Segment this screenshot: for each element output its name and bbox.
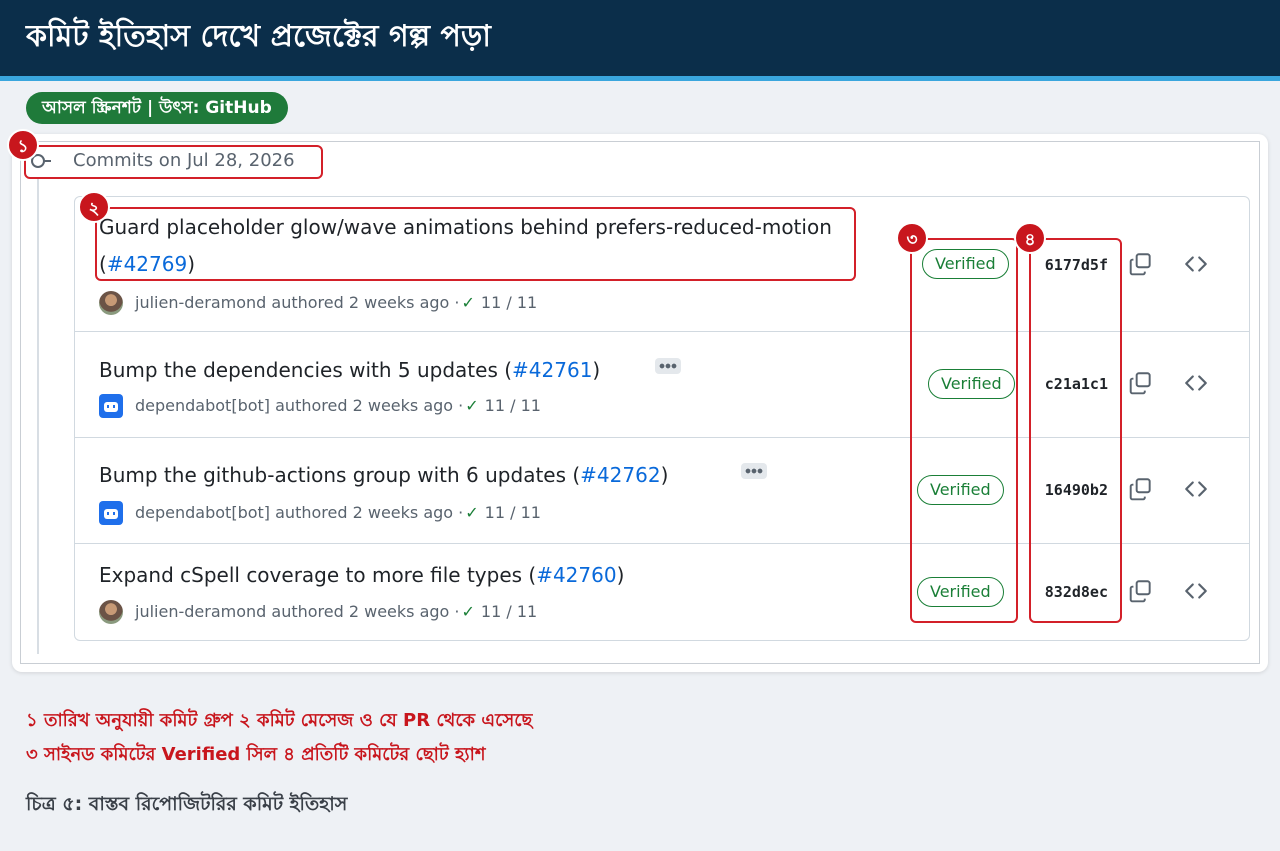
commit-meta: julien-deramond authored 2 weeks ago · ✓… — [99, 291, 537, 315]
commit-author[interactable]: dependabot[bot] — [135, 501, 270, 525]
bot-avatar[interactable] — [99, 394, 123, 418]
commit-author[interactable]: dependabot[bot] — [135, 394, 270, 418]
browse-code-icon[interactable] — [1183, 476, 1209, 502]
commit-title[interactable]: Bump the github-actions group with 6 upd… — [99, 457, 668, 494]
checks-count[interactable]: 11 / 11 — [481, 600, 537, 624]
authored-time: authored 2 weeks ago · — [275, 396, 464, 415]
commit-meta: dependabot[bot] authored 2 weeks ago · ✓… — [99, 394, 541, 418]
browse-code-icon[interactable] — [1183, 370, 1209, 396]
copy-icon[interactable] — [1128, 476, 1154, 502]
commit-title-end: ) — [616, 563, 625, 587]
pr-link[interactable]: #42762 — [580, 463, 660, 487]
page-header: কমিট ইতিহাস দেখে প্রজেক্টের গল্প পড়া — [0, 0, 1280, 76]
annotation-marker-1: ১ — [7, 129, 39, 161]
checks-count[interactable]: 11 / 11 — [485, 501, 541, 525]
commit-meta: julien-deramond authored 2 weeks ago · ✓… — [99, 600, 537, 624]
check-icon[interactable]: ✓ — [465, 501, 478, 525]
commit-title-end: ) — [660, 463, 669, 487]
annotation-box-sha — [1029, 238, 1122, 623]
copy-icon[interactable] — [1128, 370, 1154, 396]
commit-author[interactable]: julien-deramond — [135, 291, 266, 315]
header-accent-strip — [0, 76, 1280, 81]
commit-title[interactable]: Expand cSpell coverage to more file type… — [99, 557, 624, 594]
commit-message[interactable]: Expand cSpell coverage to more file type… — [99, 563, 536, 587]
bot-avatar[interactable] — [99, 501, 123, 525]
copy-icon[interactable] — [1128, 578, 1154, 604]
legend-line-2: ৩ সাইনড কমিটের Verified সিল ৪ প্রতিটি কম… — [26, 744, 486, 765]
pr-link[interactable]: #42761 — [512, 358, 592, 382]
pr-link[interactable]: #42760 — [536, 563, 616, 587]
checks-count[interactable]: 11 / 11 — [485, 394, 541, 418]
check-icon[interactable]: ✓ — [465, 394, 478, 418]
browse-code-icon[interactable] — [1183, 251, 1209, 277]
commit-message[interactable]: Bump the github-actions group with 6 upd… — [99, 463, 580, 487]
commit-author[interactable]: julien-deramond — [135, 600, 266, 624]
page-title: কমিট ইতিহাস দেখে প্রজেক্টের গল্প পড়া — [26, 19, 491, 54]
annotation-marker-4: ৪ — [1014, 222, 1046, 254]
user-avatar[interactable] — [99, 600, 123, 624]
annotation-marker-3: ৩ — [896, 222, 928, 254]
source-badge: আসল স্ক্রিনশট | উৎস: GitHub — [26, 92, 288, 124]
annotation-box-message — [95, 207, 856, 281]
figure-caption: চিত্র ৫: বাস্তব রিপোজিটরির কমিট ইতিহাস — [26, 793, 348, 815]
user-avatar[interactable] — [99, 291, 123, 315]
copy-icon[interactable] — [1128, 251, 1154, 277]
browse-code-icon[interactable] — [1183, 578, 1209, 604]
expand-message-button[interactable] — [741, 463, 767, 479]
check-icon[interactable]: ✓ — [462, 291, 475, 315]
legend-line-1: ১ তারিখ অনুযায়ী কমিট গ্রুপ ২ কমিট মেসেজ… — [26, 710, 533, 731]
authored-time: authored 2 weeks ago · — [271, 602, 460, 621]
authored-time: authored 2 weeks ago · — [271, 293, 460, 312]
expand-message-button[interactable] — [655, 358, 681, 374]
annotation-box-verified — [910, 238, 1018, 623]
checks-count[interactable]: 11 / 11 — [481, 291, 537, 315]
check-icon[interactable]: ✓ — [462, 600, 475, 624]
annotation-box-date — [24, 145, 323, 179]
commit-title[interactable]: Bump the dependencies with 5 updates (#4… — [99, 352, 600, 389]
annotation-marker-2: ২ — [78, 191, 110, 223]
commit-message[interactable]: Bump the dependencies with 5 updates ( — [99, 358, 512, 382]
timeline-line — [37, 178, 39, 654]
authored-time: authored 2 weeks ago · — [275, 503, 464, 522]
commit-meta: dependabot[bot] authored 2 weeks ago · ✓… — [99, 501, 541, 525]
commit-title-end: ) — [592, 358, 601, 382]
